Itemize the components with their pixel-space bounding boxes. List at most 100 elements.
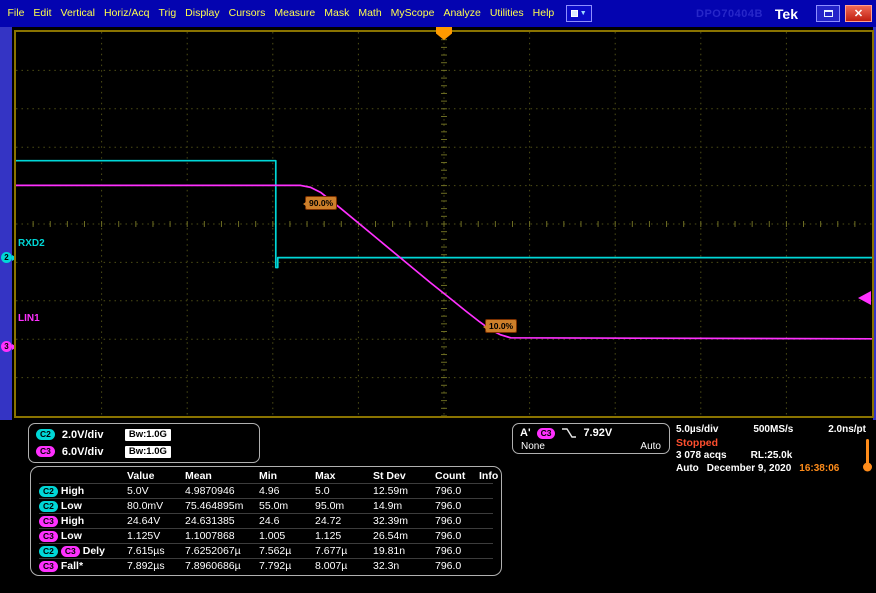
header-min: Min (259, 470, 315, 482)
sample-rate: 500MS/s (753, 424, 793, 435)
measurement-row-delay: C2 C3 Dely 7.615µs 7.6252067µ 7.562µ 7.6… (39, 543, 493, 558)
menu-math[interactable]: Math (354, 0, 386, 27)
menu-analyze[interactable]: Analyze (439, 0, 485, 27)
measurement-row-c3-high: C3 High 24.64V 24.631385 24.6 24.72 32.3… (39, 513, 493, 528)
toolbar-dropdown-button[interactable]: ▼ (566, 5, 592, 22)
timebase: 5.0µs/div (676, 424, 718, 435)
menu-mask[interactable]: Mask (320, 0, 354, 27)
menu-display[interactable]: Display (181, 0, 224, 27)
measurement-mean: 1.1007868 (185, 530, 259, 542)
bottom-panel: C2 2.0V/div Bw:1.0G C3 6.0V/div Bw:1.0G … (0, 420, 876, 593)
measurement-label: High (61, 485, 84, 497)
waveform-svg (16, 32, 872, 416)
measurement-max: 95.0m (315, 500, 373, 512)
acq-count: 3 078 acqs (676, 450, 727, 461)
measurement-max: 5.0 (315, 485, 373, 497)
measurement-min: 24.6 (259, 515, 315, 527)
menu-trig[interactable]: Trig (154, 0, 181, 27)
menu-help[interactable]: Help (528, 0, 559, 27)
measurement-row-c2-low: C2 Low 80.0mV 75.464895m 55.0m 95.0m 14.… (39, 498, 493, 513)
channel2-scale[interactable]: 2.0V/div (62, 429, 118, 441)
measurement-max: 8.007µ (315, 560, 373, 572)
thermometer-icon (862, 437, 873, 473)
trigger-mode-status: Auto (676, 463, 699, 474)
measurement-label: Low (61, 530, 82, 542)
menu-cursors[interactable]: Cursors (224, 0, 270, 27)
menu-bar: File Edit Vertical Horiz/Acq Trig Displa… (0, 0, 876, 27)
measurement-count: 796.0 (435, 545, 479, 557)
model-label: DPO70404B (696, 8, 763, 20)
measurement-row-fall: C3 Fall* 7.892µs 7.8960686µ 7.792µ 8.007… (39, 558, 493, 573)
measurement-source: C3 Fall* (39, 560, 127, 572)
measurement-mean: 4.9870946 (185, 485, 259, 497)
measurement-max: 7.677µ (315, 545, 373, 557)
measurement-min: 4.96 (259, 485, 315, 497)
close-icon: ✕ (854, 7, 863, 20)
measurement-stdev: 19.81n (373, 545, 435, 557)
header-count: Count (435, 470, 479, 482)
channel3-badge: C3 (61, 546, 80, 557)
measurement-value: 24.64V (127, 515, 185, 527)
measurement-table-header: Value Mean Min Max St Dev Count Info (39, 469, 493, 483)
channel3-badge[interactable]: C3 (36, 446, 55, 457)
trigger-level-arrow[interactable] (858, 291, 871, 305)
callout-90-percent: 90.0% (305, 196, 337, 210)
time-label: 16:38:06 (799, 463, 839, 474)
resolution: 2.0ns/pt (828, 424, 866, 435)
menu-edit[interactable]: Edit (29, 0, 56, 27)
record-length: RL:25.0k (751, 450, 793, 461)
channel3-position-marker[interactable]: 3 (1, 341, 12, 352)
header-max: Max (315, 470, 373, 482)
trigger-summary-row: A' C3 7.92V (520, 426, 662, 440)
channel3-badge: C3 (39, 561, 58, 572)
measurement-stdev: 32.39m (373, 515, 435, 527)
measurement-source: C2 C3 Dely (39, 545, 127, 557)
measurement-count: 796.0 (435, 560, 479, 572)
channel3-scale[interactable]: 6.0V/div (62, 446, 118, 458)
trigger-readout-box: A' C3 7.92V None Auto (512, 423, 670, 454)
minimize-button[interactable] (816, 5, 840, 22)
trigger-event-label: A' (520, 427, 531, 439)
measurement-label: Low (61, 500, 82, 512)
trigger-mode: Auto (640, 441, 661, 452)
header-value: Value (127, 470, 185, 482)
acquisition-readout: 5.0µs/div 500MS/s 2.0ns/pt Stopped 3 078… (676, 424, 866, 474)
measurement-max: 1.125 (315, 530, 373, 542)
measurement-value: 5.0V (127, 485, 185, 497)
header-mean: Mean (185, 470, 259, 482)
datetime-row: Auto December 9, 2020 16:38:06 (676, 463, 866, 474)
menu-myscope[interactable]: MyScope (386, 0, 439, 27)
oscilloscope-screen: { "menu": { "items": ["File","Edit","Ver… (0, 0, 876, 593)
toolbar-dropdown-icon (571, 10, 578, 17)
menu-horiz-acq[interactable]: Horiz/Acq (99, 0, 154, 27)
channel2-badge[interactable]: C2 (36, 429, 55, 440)
callout-10-percent: 10.0% (485, 319, 517, 333)
channel2-position-marker[interactable]: 2 (1, 252, 12, 263)
measurement-stdev: 32.3n (373, 560, 435, 572)
measurement-stdev: 14.9m (373, 500, 435, 512)
tek-logo: Tek (775, 6, 798, 22)
measurement-value: 1.125V (127, 530, 185, 542)
close-button[interactable]: ✕ (845, 5, 872, 22)
measurement-max: 24.72 (315, 515, 373, 527)
measurement-label: Fall* (61, 560, 83, 572)
menu-measure[interactable]: Measure (270, 0, 320, 27)
measurement-label: High (61, 515, 84, 527)
menu-file[interactable]: File (3, 0, 29, 27)
waveform-display-area: 2 3 RXD2 LIN1 90.0% 10.0% (0, 27, 876, 420)
measurement-min: 1.005 (259, 530, 315, 542)
measurement-mean: 7.8960686µ (185, 560, 259, 572)
acquisition-status: Stopped (676, 437, 866, 449)
measurement-count: 796.0 (435, 515, 479, 527)
measurement-source: C3 Low (39, 530, 127, 542)
measurement-row-c2-high: C2 High 5.0V 4.9870946 4.96 5.0 12.59m 7… (39, 483, 493, 498)
menu-vertical[interactable]: Vertical (56, 0, 99, 27)
trigger-level-value: 7.92V (583, 427, 612, 439)
channel2-readout: C2 2.0V/div Bw:1.0G (36, 427, 252, 442)
measurement-source: C2 High (39, 485, 127, 497)
channel2-badge: C2 (39, 546, 58, 557)
menu-utilities[interactable]: Utilities (485, 0, 528, 27)
trace-label-rxd2: RXD2 (18, 238, 45, 249)
chevron-down-icon: ▼ (580, 10, 587, 17)
measurement-min: 7.792µ (259, 560, 315, 572)
